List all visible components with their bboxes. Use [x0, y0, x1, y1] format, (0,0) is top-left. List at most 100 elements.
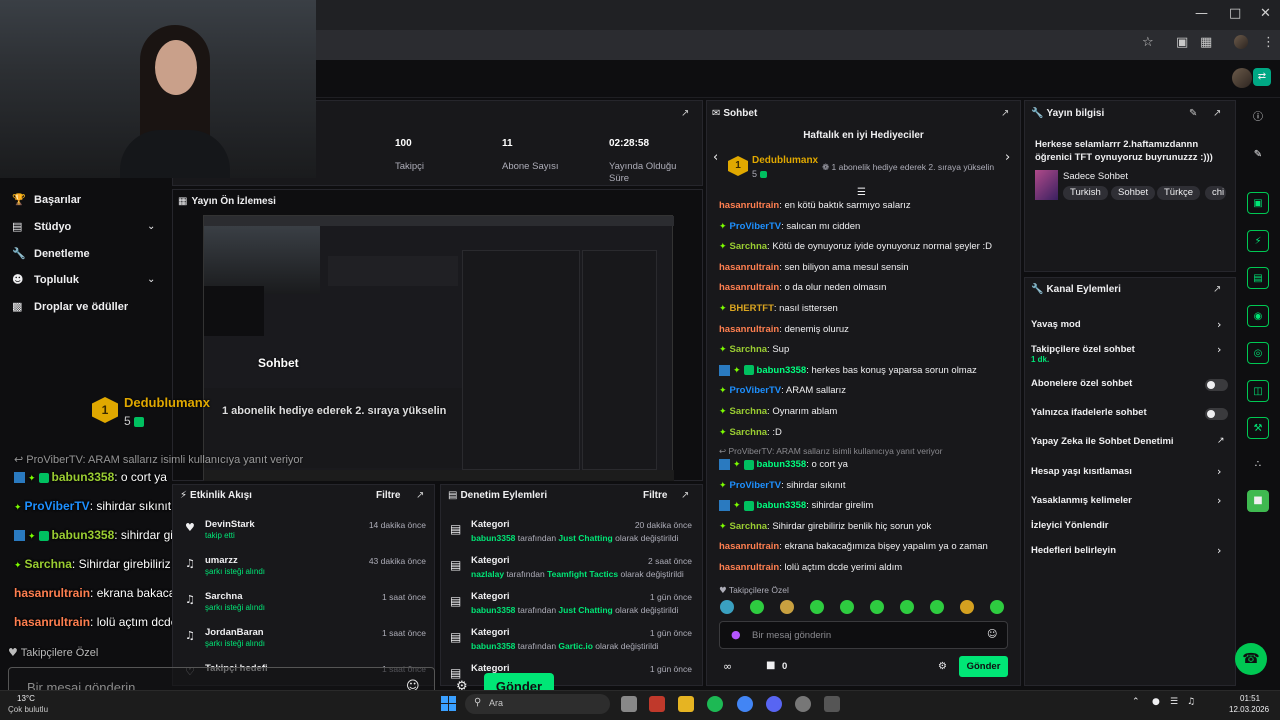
- toggle-switch[interactable]: [1205, 379, 1228, 391]
- emote-icon[interactable]: [930, 600, 944, 614]
- broadcast-icon[interactable]: ◎: [1247, 342, 1269, 364]
- tag[interactable]: Turkish: [1063, 186, 1108, 200]
- sidebar-item-moderation[interactable]: 🔧 Denetleme: [12, 247, 90, 260]
- pencil-icon[interactable]: ✎: [1247, 144, 1269, 166]
- mod-action-user[interactable]: babun3358: [471, 533, 515, 543]
- send-button[interactable]: Gönder: [959, 656, 1008, 677]
- clip-icon[interactable]: ▣: [1247, 192, 1269, 214]
- chevron-right-icon[interactable]: ›: [1217, 318, 1221, 331]
- spotify-icon[interactable]: [707, 696, 723, 712]
- puzzle-icon[interactable]: ▦: [1200, 35, 1212, 50]
- event-name[interactable]: Sarchna: [205, 591, 243, 602]
- dots-icon[interactable]: ∴: [1247, 454, 1269, 476]
- popout-icon[interactable]: ↗: [681, 490, 689, 501]
- channel-action-label[interactable]: Abonelere özel sohbet: [1031, 378, 1132, 389]
- mod-action-user[interactable]: nazlalay: [471, 569, 504, 579]
- chevron-right-icon[interactable]: ›: [1217, 465, 1221, 478]
- chat-username[interactable]: hasanrultrain: [719, 541, 779, 552]
- emote-icon[interactable]: [960, 600, 974, 614]
- extension-icon[interactable]: ▣: [1176, 35, 1188, 50]
- bookmark-star-icon[interactable]: ☆: [1142, 35, 1154, 50]
- clipboard-icon[interactable]: ▤: [1247, 267, 1269, 289]
- popout-icon[interactable]: ↗: [416, 490, 424, 501]
- chat-username[interactable]: hasanrultrain: [719, 562, 779, 573]
- sidebar-item-drops[interactable]: ▩ Droplar ve ödüller: [12, 300, 128, 313]
- chat-username[interactable]: ProViberTV: [730, 221, 782, 232]
- file-explorer-icon[interactable]: [678, 696, 694, 712]
- chevron-right-icon[interactable]: ›: [1217, 343, 1221, 356]
- windows-start-icon[interactable]: [441, 696, 456, 711]
- emote-icon[interactable]: [870, 600, 884, 614]
- lightning-icon[interactable]: ⚡: [1247, 230, 1269, 252]
- chat-username[interactable]: ProViberTV: [730, 480, 782, 491]
- app-switch-icon[interactable]: ⇄: [1253, 68, 1271, 86]
- sidebar-item-studio[interactable]: ▤ Stüdyo: [12, 220, 71, 233]
- chat-username[interactable]: babun3358: [757, 365, 807, 376]
- chat-username[interactable]: hasanrultrain: [719, 200, 779, 211]
- mic-tray-icon[interactable]: ●: [1152, 697, 1160, 707]
- emote-icon[interactable]: [750, 600, 764, 614]
- mod-action-user[interactable]: babun3358: [471, 641, 515, 651]
- tag[interactable]: Sohbet: [1111, 186, 1156, 200]
- popout-icon[interactable]: ↗: [1213, 108, 1221, 119]
- channel-action-label[interactable]: İzleyici Yönlendir: [1031, 520, 1108, 531]
- sidebar-item-achievements[interactable]: 🏆 Başarılar: [12, 193, 81, 206]
- mod-filter-button[interactable]: Filtre: [643, 490, 667, 501]
- channel-action-label[interactable]: Hesap yaşı kısıtlaması: [1031, 466, 1132, 477]
- channel-action-label[interactable]: Takipçilere özel sohbet: [1031, 344, 1135, 355]
- tag[interactable]: chi: [1205, 186, 1227, 200]
- taskbar-search[interactable]: [465, 694, 610, 714]
- user-avatar[interactable]: [1232, 68, 1252, 88]
- mic-icon[interactable]: ●: [731, 628, 741, 641]
- event-filter-button[interactable]: Filtre: [376, 490, 400, 501]
- channel-action-label[interactable]: Yasaklanmış kelimeler: [1031, 495, 1132, 506]
- channel-action-label[interactable]: Yavaş mod: [1031, 319, 1081, 330]
- emote-icon[interactable]: [990, 600, 1004, 614]
- chat-username[interactable]: Sarchna: [730, 521, 768, 532]
- popout-icon[interactable]: ↗: [681, 108, 689, 119]
- channel-action-label[interactable]: Hedefleri belirleyin: [1031, 545, 1116, 556]
- volume-icon[interactable]: ♫: [1187, 697, 1195, 707]
- mod-action-category[interactable]: Gartic.io: [558, 641, 592, 651]
- toggle-switch[interactable]: [1205, 408, 1228, 420]
- emote-icon[interactable]: [900, 600, 914, 614]
- chat-username[interactable]: ProViberTV: [730, 385, 782, 396]
- close-icon[interactable]: ✕: [1260, 6, 1271, 21]
- chat-username[interactable]: Sarchna: [730, 344, 768, 355]
- chevron-right-icon[interactable]: ›: [1005, 150, 1010, 165]
- tray-chevron-icon[interactable]: ⌃: [1132, 697, 1140, 707]
- wrench-tool-icon[interactable]: ⚒: [1247, 417, 1269, 439]
- chat-bubble-icon[interactable]: ◉: [1247, 305, 1269, 327]
- pin-icon[interactable]: ☰: [857, 187, 866, 198]
- chat-username[interactable]: BHERTFT: [730, 303, 774, 314]
- event-name[interactable]: DevinStark: [205, 519, 255, 530]
- chat-username[interactable]: Sarchna: [730, 406, 768, 417]
- info-icon[interactable]: ⓘ: [1247, 107, 1269, 129]
- chevron-right-icon[interactable]: ›: [1217, 544, 1221, 557]
- popout-icon[interactable]: ↗: [1001, 108, 1009, 119]
- layout-icon[interactable]: ◫: [1247, 380, 1269, 402]
- minimize-icon[interactable]: —: [1195, 6, 1208, 21]
- emote-icon[interactable]: [840, 600, 854, 614]
- sidebar-item-community[interactable]: ☻ Topluluk: [12, 273, 79, 286]
- chat-username[interactable]: hasanrultrain: [719, 282, 779, 293]
- app-icon[interactable]: [824, 696, 840, 712]
- help-headset-icon[interactable]: ☎: [1235, 643, 1267, 675]
- chat-username[interactable]: Sarchna: [730, 241, 768, 252]
- channel-action-label[interactable]: Yapay Zeka ile Sohbet Denetimi: [1031, 436, 1174, 447]
- profile-avatar[interactable]: [1234, 35, 1248, 49]
- chevron-left-icon[interactable]: ‹: [713, 150, 718, 165]
- emote-icon[interactable]: [810, 600, 824, 614]
- chat-username[interactable]: babun3358: [757, 500, 807, 511]
- chrome-icon[interactable]: [737, 696, 753, 712]
- more-menu-icon[interactable]: ⋮: [1262, 35, 1275, 50]
- popout-icon[interactable]: ↗: [1213, 284, 1221, 295]
- emote-picker-icon[interactable]: ☺: [987, 629, 997, 640]
- store-icon[interactable]: ■: [766, 660, 775, 671]
- chevron-down-icon[interactable]: ⌄: [147, 221, 155, 232]
- edit-icon[interactable]: ✎: [1189, 108, 1197, 119]
- obs-icon[interactable]: [795, 696, 811, 712]
- external-link-icon[interactable]: ↗: [1217, 436, 1225, 446]
- emote-icon[interactable]: [780, 600, 794, 614]
- app-p-icon[interactable]: [649, 696, 665, 712]
